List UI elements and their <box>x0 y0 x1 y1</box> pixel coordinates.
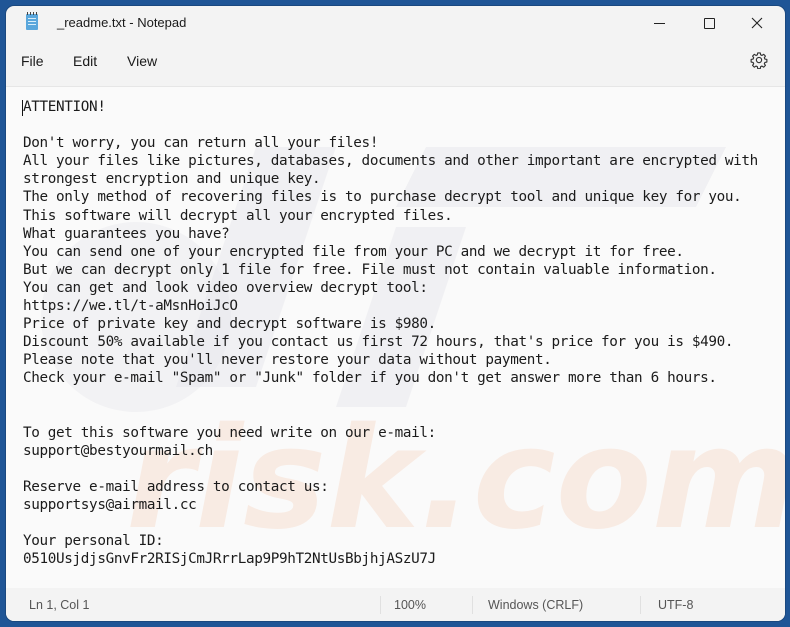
menu-file[interactable]: File <box>21 53 44 69</box>
line: Please note that you'll never restore yo… <box>23 352 552 369</box>
line: You can get and look video overview decr… <box>23 279 428 296</box>
minimize-button[interactable] <box>636 6 682 40</box>
line: All your files like pictures, databases,… <box>23 153 758 170</box>
line: ATTENTION! <box>23 99 106 115</box>
line: You can send one of your encrypted file … <box>23 243 684 260</box>
encoding[interactable]: UTF-8 <box>658 598 693 612</box>
status-divider <box>380 596 381 614</box>
minimize-icon <box>653 22 665 24</box>
line: Don't worry, you can return all your fil… <box>23 135 379 152</box>
line: Price of private key and decrypt softwar… <box>23 316 436 333</box>
gear-icon <box>750 52 768 70</box>
status-bar: Ln 1, Col 1 100% Windows (CRLF) UTF-8 <box>6 590 785 621</box>
title-bar[interactable]: _readme.txt - Notepad <box>6 6 785 40</box>
line: The only method of recovering files is t… <box>23 189 742 206</box>
menu-edit[interactable]: Edit <box>73 53 97 69</box>
line: Check your e-mail "Spam" or "Junk" folde… <box>23 370 717 387</box>
status-divider <box>640 596 641 614</box>
cursor-position: Ln 1, Col 1 <box>29 598 90 612</box>
text-editor[interactable]: risk.com ATTENTION! Don't worry, you can… <box>6 86 785 588</box>
line: Discount 50% available if you contact us… <box>23 334 734 351</box>
close-icon <box>751 17 763 29</box>
line: strongest encryption and unique key. <box>23 171 321 188</box>
menu-bar: File Edit View <box>6 44 785 80</box>
settings-button[interactable] <box>750 51 768 70</box>
notepad-icon <box>26 12 38 30</box>
window-title: _readme.txt - Notepad <box>57 15 187 30</box>
line: supportsys@airmail.cc <box>23 497 197 514</box>
line: Reserve e-mail address to contact us: <box>23 478 329 495</box>
line: https://we.tl/t-aMsnHoiJcO <box>23 298 238 315</box>
line: To get this software you need write on o… <box>23 424 436 441</box>
zoom-level[interactable]: 100% <box>394 598 426 612</box>
maximize-button[interactable] <box>686 6 732 40</box>
line-ending[interactable]: Windows (CRLF) <box>488 598 583 612</box>
notepad-window: _readme.txt - Notepad File Edit View ris… <box>6 6 785 621</box>
line: What guarantees you have? <box>23 225 230 242</box>
line: 0510UsjdjsGnvFr2RISjCmJRrrLap9P9hT2NtUsB… <box>23 551 436 568</box>
line: support@bestyourmail.ch <box>23 442 213 459</box>
document-text: ATTENTION! Don't worry, you can return a… <box>23 98 758 568</box>
status-divider <box>472 596 473 614</box>
menu-view[interactable]: View <box>127 53 157 69</box>
close-button[interactable] <box>734 6 780 40</box>
line: Your personal ID: <box>23 533 164 550</box>
line: This software will decrypt all your encr… <box>23 207 453 224</box>
line: But we can decrypt only 1 file for free.… <box>23 261 717 278</box>
maximize-icon <box>703 17 715 29</box>
